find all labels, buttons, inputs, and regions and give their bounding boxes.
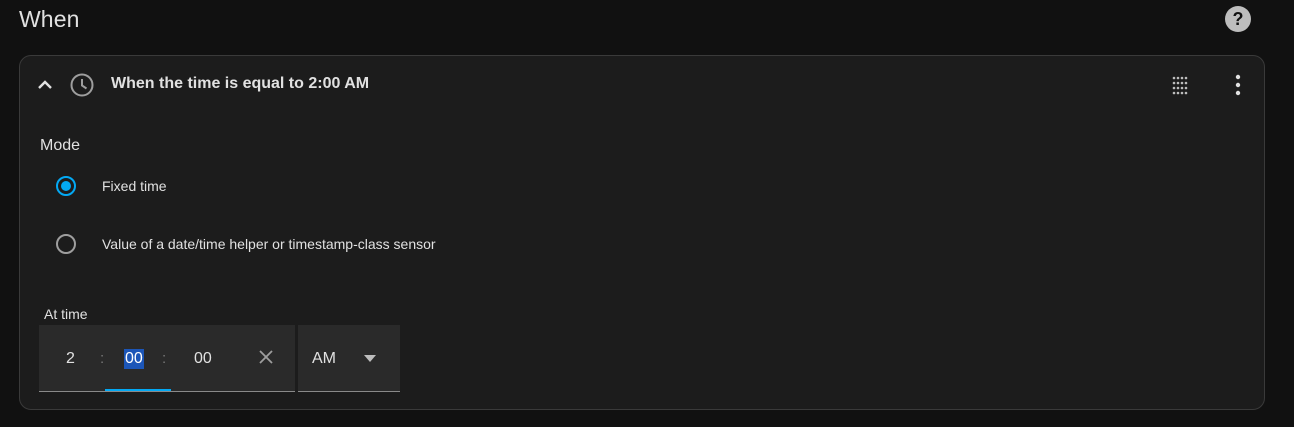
radio-helper-value[interactable]: Value of a date/time helper or timestamp…: [56, 231, 436, 257]
time-separator: :: [100, 350, 105, 367]
clock-icon: [70, 73, 94, 97]
help-icon[interactable]: ?: [1225, 6, 1251, 32]
seconds-input[interactable]: 00: [194, 350, 212, 368]
minutes-focus-underline: [105, 389, 171, 391]
radio-button-checked[interactable]: [56, 176, 76, 196]
time-input: 2 : 00 : 00: [39, 325, 295, 392]
am-pm-select[interactable]: AM: [298, 325, 400, 392]
drag-handle-icon[interactable]: [1171, 76, 1189, 96]
trigger-card-header[interactable]: When the time is equal to 2:00 AM: [20, 56, 1264, 114]
mode-label: Mode: [40, 137, 81, 154]
radio-button-unchecked[interactable]: [56, 234, 76, 254]
am-pm-value: AM: [312, 350, 336, 367]
hours-input[interactable]: 2: [66, 350, 75, 368]
arrow-drop-down-icon: [364, 355, 376, 362]
at-time-label: At time: [44, 306, 88, 322]
radio-label: Value of a date/time helper or timestamp…: [102, 236, 436, 252]
trigger-title: When the time is equal to 2:00 AM: [111, 75, 370, 92]
minutes-input[interactable]: 00: [124, 349, 144, 369]
radio-fixed-time[interactable]: Fixed time: [56, 173, 167, 199]
radio-label: Fixed time: [102, 178, 167, 194]
section-title: When: [19, 6, 80, 32]
time-separator: :: [162, 350, 167, 367]
close-icon[interactable]: [258, 349, 274, 365]
dots-vertical-icon[interactable]: [1228, 74, 1248, 96]
trigger-card: When the time is equal to 2:00 AM Mode F…: [19, 55, 1265, 410]
automation-editor: When ? When the time is equal to 2:00 AM: [0, 0, 1294, 427]
chevron-up-icon[interactable]: [34, 76, 56, 94]
